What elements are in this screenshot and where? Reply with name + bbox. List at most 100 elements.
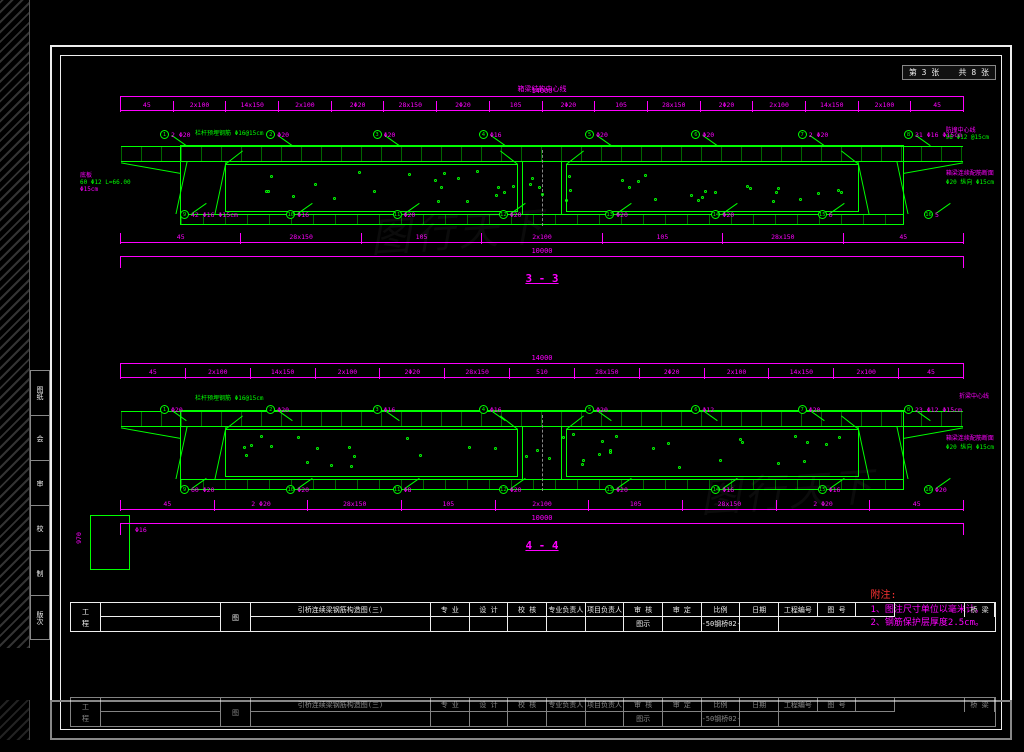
web-center-44: [522, 427, 562, 479]
dim-segment: 14x150: [806, 101, 859, 112]
titleblock-cell: 工程编号: [779, 603, 818, 617]
dim-segment: 45: [120, 101, 174, 112]
rev-cell: 制: [30, 550, 50, 595]
titleblock-cell: [895, 603, 965, 617]
leader-id: 3: [373, 130, 382, 139]
titleblock-cell: 专业负责人: [547, 603, 586, 617]
box-cell-right: [566, 164, 859, 212]
leader-id: 16: [924, 210, 933, 219]
titleblock-cell: [470, 712, 509, 726]
revision-column: 图纸 会 审 校 制 版次: [30, 370, 50, 648]
dim-segment: 2Φ20: [332, 101, 385, 112]
titleblock-cell: [740, 617, 779, 631]
titleblock-cell: [101, 712, 221, 726]
dim-segment: 45: [911, 101, 964, 112]
dim-segment: 2Φ20: [437, 101, 490, 112]
layout-ruler-bottom: [0, 700, 30, 740]
titleblock-cell: [779, 617, 818, 631]
dim-segment: 105: [490, 101, 543, 112]
titleblock-cell: 日期: [740, 698, 779, 712]
dim-segment: 14x150: [226, 101, 279, 112]
titleblock-cell: 图: [221, 698, 251, 726]
rev-cell: 图纸: [30, 370, 50, 415]
section-4-4: 14000 452x10014x1502x1002Φ2028x15051028x…: [100, 365, 984, 575]
dim-segment: 45: [120, 500, 215, 511]
titleblock-cell: [663, 712, 702, 726]
section-title-44: 4 - 4: [100, 539, 984, 552]
layout-ruler-left: [0, 0, 30, 648]
note-right-mid: 箱梁连续配筋断面 Φ20 纵向 Φ15cm: [946, 168, 994, 186]
dim-segment: 14x150: [769, 368, 834, 379]
dim-segment: 28x150: [723, 233, 843, 244]
titleblock-cell: [547, 712, 586, 726]
titleblock-cell: 审 定: [663, 603, 702, 617]
titleblock-cell: 校 核: [508, 603, 547, 617]
titleblock-cell: 引桥连续梁钢筋构造图(三): [251, 603, 431, 617]
rev-cell: 校: [30, 505, 50, 550]
dim-segment: 28x150: [308, 500, 402, 511]
leader-line: [915, 135, 930, 146]
titleblock-cell: [251, 712, 431, 726]
dim-segment: 45: [120, 368, 186, 379]
titleblock-cell: 设 计: [470, 603, 509, 617]
box-girder-outline: [180, 145, 904, 225]
dim-segment: 2x100: [316, 368, 381, 379]
sheet-number: 第 3 张 共 8 张: [902, 65, 996, 80]
leader-line: [935, 478, 950, 489]
titleblock-cell: 图示: [624, 712, 663, 726]
titleblock-cell: 专 业: [431, 603, 470, 617]
titleblock-cell: [431, 712, 470, 726]
titleblock-cell: [470, 617, 509, 631]
box-cell-right-44: [566, 429, 859, 477]
leader-id: 5: [585, 130, 594, 139]
titleblock-cell: 审 定: [663, 698, 702, 712]
dim-total-bot: 10000: [120, 256, 964, 268]
titleblock-cell: 专业负责人: [547, 698, 586, 712]
titleblock-cell: 桥 梁: [965, 698, 995, 712]
titleblock-cell: 审 核: [624, 603, 663, 617]
titleblock-cell: 工 程: [71, 603, 101, 631]
titleblock-cell: [508, 617, 547, 631]
titleblock-cell: 工 程: [71, 698, 101, 726]
section-title-33: 3 - 3: [100, 272, 984, 285]
titleblock-cell: 审 核: [624, 698, 663, 712]
titleblock-cell: [856, 698, 895, 712]
leader-line: [935, 203, 950, 214]
titleblock-cell: [663, 617, 702, 631]
dim-segment: 45: [844, 233, 964, 244]
dim-segment: 2Φ20: [701, 101, 754, 112]
dim-segment: 2Φ20: [543, 101, 596, 112]
dim-segment: 14x150: [251, 368, 316, 379]
section-3-3: 箱梁结构中心线 14000 452x10014x1502x1002Φ2028x1…: [100, 90, 984, 290]
dim-total-bot-44: 10000: [120, 523, 964, 535]
titleblock-cell: [101, 603, 221, 617]
titleblock-cell: [251, 617, 431, 631]
leader-id: 2: [266, 130, 275, 139]
dim-row-top: 452x10014x1502x1002Φ2028x1502Φ201052Φ201…: [120, 110, 964, 122]
dim-segment: 105: [362, 233, 482, 244]
dim-segment: 2 Φ20: [777, 500, 871, 511]
dim-segment: 510: [510, 368, 575, 379]
dim-segment: 2x100: [174, 101, 227, 112]
rev-cell: 审: [30, 460, 50, 505]
mini-detail-dim: 970: [75, 532, 83, 544]
titleblock-cell: 图示: [624, 617, 663, 631]
titleblock-cell: [779, 712, 818, 726]
titleblock-cell: [101, 617, 221, 631]
title-block: 工 程图引桥连续梁钢筋构造图(三)专 业设 计校 核专业负责人项目负责人审 核审…: [70, 602, 996, 632]
note-right-top: 防撞中心线 98 Φ12 @15cm: [946, 125, 989, 141]
dim-segment: 2x100: [279, 101, 332, 112]
box-cell-left-44: [225, 429, 518, 477]
box-girder-outline-44: [180, 410, 904, 490]
inset-note-left: 栏杆预埋钢筋 Φ16@15cm: [195, 128, 264, 137]
rev-cell: 会: [30, 415, 50, 460]
titleblock-cell: [856, 603, 895, 617]
titleblock-cell: 桥 梁: [965, 603, 995, 617]
dim-segment: 2x100: [859, 101, 912, 112]
titleblock-cell: 图 号: [818, 603, 857, 617]
dim-segment: 28x150: [683, 500, 777, 511]
web-center: [522, 162, 562, 214]
leader-id: 1: [160, 130, 169, 139]
titleblock-cell: [895, 698, 965, 712]
dim-segment: 45: [899, 368, 964, 379]
